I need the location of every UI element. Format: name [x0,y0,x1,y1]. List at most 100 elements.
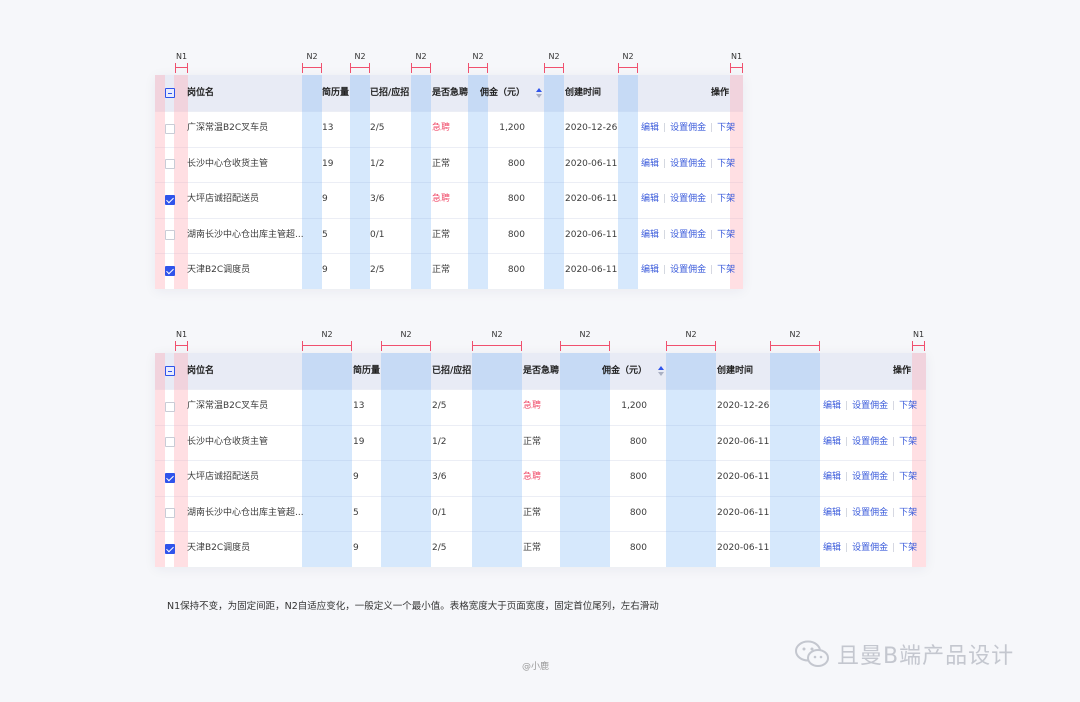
n2-adaptive-band [666,353,716,567]
n1-label: N1 [175,52,188,61]
row-checkbox[interactable] [165,159,175,170]
col-header-commission[interactable]: 佣金（元） [602,353,647,389]
brand-text: 且曼B端产品设计 [837,644,1015,669]
row-checkbox[interactable] [165,230,175,241]
cell-hired: 3/6 [370,194,385,204]
set-commission-link[interactable]: 设置佣金 [670,159,706,169]
col-header-name: 岗位名 [187,88,215,98]
row-checkbox[interactable] [165,437,175,448]
set-commission-link[interactable]: 设置佣金 [852,508,888,518]
n2-dimension-marker [544,63,564,73]
cell-created: 2020-06-11 [717,507,770,518]
row-checkbox[interactable] [165,472,175,483]
cell-urgent: 正常 [523,543,542,553]
cell-created: 2020-06-11 [717,543,770,553]
table-top: 岗位名 简历量 已招/应招 是否急聘 创建时间 佣金（元） 操作 广深常温B2C叉车员 13 2/… [155,75,743,289]
edit-link[interactable]: 编辑 [641,230,659,240]
row-checkbox[interactable] [165,508,175,519]
cell-resumes: 13 [322,123,334,133]
col-header-hired: 已招/应招 [370,88,410,98]
divider: | [710,194,714,204]
cell-commission: 800 [507,194,525,204]
edit-link[interactable]: 编辑 [641,159,659,169]
cell-resumes: 9 [322,265,328,275]
col-header-resumes: 简历量 [353,366,381,376]
row-actions: 编辑 | 设置佣金 | 下架 [641,253,735,289]
divider: | [892,401,896,411]
set-commission-link[interactable]: 设置佣金 [670,230,706,240]
set-commission-link[interactable]: 设置佣金 [670,194,706,204]
col-header-commission[interactable]: 佣金（元） [480,75,525,111]
sort-asc-icon[interactable] [536,88,542,92]
n2-dimension-marker [350,63,370,73]
row-checkbox[interactable] [165,123,175,134]
set-commission-link[interactable]: 设置佣金 [852,437,888,447]
edit-link[interactable]: 编辑 [823,401,841,411]
cell-commission: 800 [507,265,525,275]
sort-asc-icon[interactable] [658,366,664,370]
cell-urgent: 正常 [432,158,451,169]
n2-adaptive-band [302,75,322,289]
row-checkbox[interactable] [165,194,175,205]
set-commission-link[interactable]: 设置佣金 [852,472,888,482]
divider: | [892,507,896,518]
divider: | [845,436,849,447]
edit-link[interactable]: 编辑 [641,194,659,204]
n2-dimension-marker [302,341,352,351]
set-commission-link[interactable]: 设置佣金 [670,123,706,133]
row-actions: 编辑 | 设置佣金 | 下架 [823,425,917,461]
offline-link[interactable]: 下架 [899,508,917,518]
offline-link[interactable]: 下架 [899,543,917,553]
cell-name: 天津B2C调度员 [187,543,251,553]
offline-link[interactable]: 下架 [717,230,735,240]
offline-link[interactable]: 下架 [899,472,917,482]
n1-dimension-marker [175,341,188,351]
col-header-resumes: 简历量 [322,88,350,98]
set-commission-link[interactable]: 设置佣金 [852,401,888,411]
cell-name: 湖南长沙中心仓出库主管超... [187,507,304,518]
cell-created: 2020-06-11 [717,436,770,447]
divider: | [663,265,667,275]
n2-dimension-marker [472,341,522,351]
edit-link[interactable]: 编辑 [823,543,841,553]
select-all-checkbox[interactable] [165,366,175,376]
row-actions: 编辑 | 设置佣金 | 下架 [641,147,735,183]
sort-desc-icon[interactable] [658,372,664,376]
row-checkbox[interactable] [165,401,175,412]
offline-link[interactable]: 下架 [899,437,917,447]
table-bottom: 岗位名 简历量 已招/应招 是否急聘 创建时间 佣金（元） 操作 广深常温B2C叉车员 13 2/… [155,353,926,567]
offline-link[interactable]: 下架 [899,401,917,411]
cell-commission: 1,200 [499,123,525,133]
n2-label: N2 [321,330,333,339]
divider: | [710,158,714,169]
cell-commission: 800 [629,543,647,553]
n1-fixed-band [155,75,165,289]
n2-adaptive-band [770,353,820,567]
edit-link[interactable]: 编辑 [823,437,841,447]
n2-label: N2 [622,52,634,61]
offline-link[interactable]: 下架 [717,123,735,133]
offline-link[interactable]: 下架 [717,194,735,204]
set-commission-link[interactable]: 设置佣金 [852,543,888,553]
edit-link[interactable]: 编辑 [823,472,841,482]
col-header-urgent: 是否急聘 [432,88,469,98]
edit-link[interactable]: 编辑 [641,265,659,275]
sort-desc-icon[interactable] [536,94,542,98]
select-all-checkbox[interactable] [165,88,175,98]
n2-adaptive-band [381,353,431,567]
cell-resumes: 9 [322,194,328,204]
row-checkbox[interactable] [165,265,175,276]
col-header-ops: 操作 [710,88,729,98]
cell-urgent: 急聘 [432,123,451,133]
cell-urgent: 正常 [523,507,542,518]
cell-hired: 2/5 [432,401,447,411]
edit-link[interactable]: 编辑 [641,123,659,133]
cell-created: 2020-06-11 [565,158,618,169]
edit-link[interactable]: 编辑 [823,508,841,518]
offline-link[interactable]: 下架 [717,265,735,275]
cell-urgent: 正常 [432,265,451,275]
set-commission-link[interactable]: 设置佣金 [670,265,706,275]
offline-link[interactable]: 下架 [717,159,735,169]
cell-created: 2020-06-11 [565,265,618,275]
row-checkbox[interactable] [165,543,175,554]
